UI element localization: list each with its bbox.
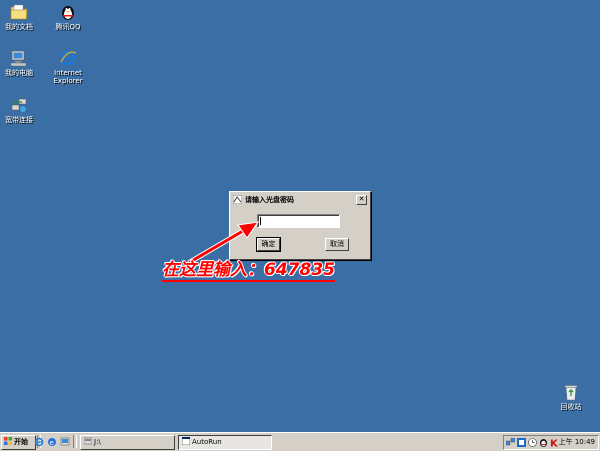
close-button[interactable]: ✕ [356, 195, 367, 205]
app-icon [232, 194, 243, 205]
window-icon [181, 436, 191, 446]
desktop-icon-label: 宽带连接 [5, 116, 33, 124]
cancel-button[interactable]: 取消 [325, 238, 349, 251]
annotation-text: 在这里输入：647835 [162, 260, 335, 282]
folder-documents-icon [10, 3, 28, 21]
tray-ampm: 上午 [558, 438, 573, 446]
taskbar-button-autorun[interactable]: AutoRun [178, 435, 272, 450]
dialog-titlebar[interactable]: 请输入光盘密码 ✕ [232, 194, 368, 206]
desktop-icon-recycle-bin[interactable]: 回收站 [549, 383, 593, 411]
text-caret [260, 217, 261, 225]
desktop-icon-label: 腾讯QQ [55, 23, 81, 31]
network-connection-icon [10, 96, 28, 114]
antivirus-tray-icon[interactable] [517, 438, 526, 447]
desktop-icon-my-documents[interactable]: 我的文档 [0, 3, 41, 31]
recycle-bin-icon [562, 383, 580, 401]
desktop-icon-qq[interactable]: 腾讯QQ [46, 3, 90, 31]
taskbar-separator [73, 435, 77, 448]
start-button[interactable]: 开始 [1, 435, 36, 450]
desktop-icon-internet-explorer[interactable]: Internet Explorer [46, 49, 90, 85]
desktop-icon-broadband[interactable]: 宽带连接 [0, 96, 41, 124]
ok-button[interactable]: 确定 [256, 237, 281, 252]
start-label: 开始 [14, 438, 28, 446]
desktop-icon-label: 我的文档 [5, 23, 33, 31]
internet-explorer-icon [59, 49, 77, 67]
close-icon: ✕ [358, 195, 365, 203]
folder-icon [83, 437, 93, 445]
qq-penguin-icon [59, 3, 77, 21]
password-input[interactable] [257, 214, 340, 228]
qq-tray-icon[interactable] [539, 438, 548, 447]
desktop-icon-label: 我的电脑 [5, 69, 33, 77]
desktop-icon-label: Internet Explorer [53, 69, 83, 85]
desktop-icon-label: 回收站 [560, 403, 582, 411]
system-tray: K 上午 10:49 [503, 435, 599, 450]
tray-time: 10:49 [574, 438, 595, 446]
taskbar: 开始 e J:\ AutoRun K 上午 10:49 [0, 432, 600, 451]
quicklaunch-desktop-icon[interactable] [60, 437, 70, 447]
network-tray-icon[interactable] [505, 437, 516, 447]
password-dialog: 请输入光盘密码 ✕ 确定 取消 [229, 191, 371, 260]
taskbar-button-explorer[interactable]: J:\ [80, 435, 175, 450]
windows-logo-icon [4, 437, 12, 445]
quicklaunch-outlook-icon[interactable]: e [47, 437, 57, 447]
taskbar-button-label: J:\ [94, 438, 101, 446]
desktop-icon-my-computer[interactable]: 我的电脑 [0, 49, 41, 77]
clock-tray-icon[interactable] [528, 438, 537, 447]
svg-text:e: e [50, 439, 54, 447]
quicklaunch-ie-icon[interactable] [34, 437, 44, 447]
taskbar-button-label: AutoRun [192, 438, 222, 446]
dialog-title: 请输入光盘密码 [245, 196, 294, 204]
computer-icon [10, 49, 28, 67]
tray-clock: 上午 10:49 [559, 436, 595, 449]
